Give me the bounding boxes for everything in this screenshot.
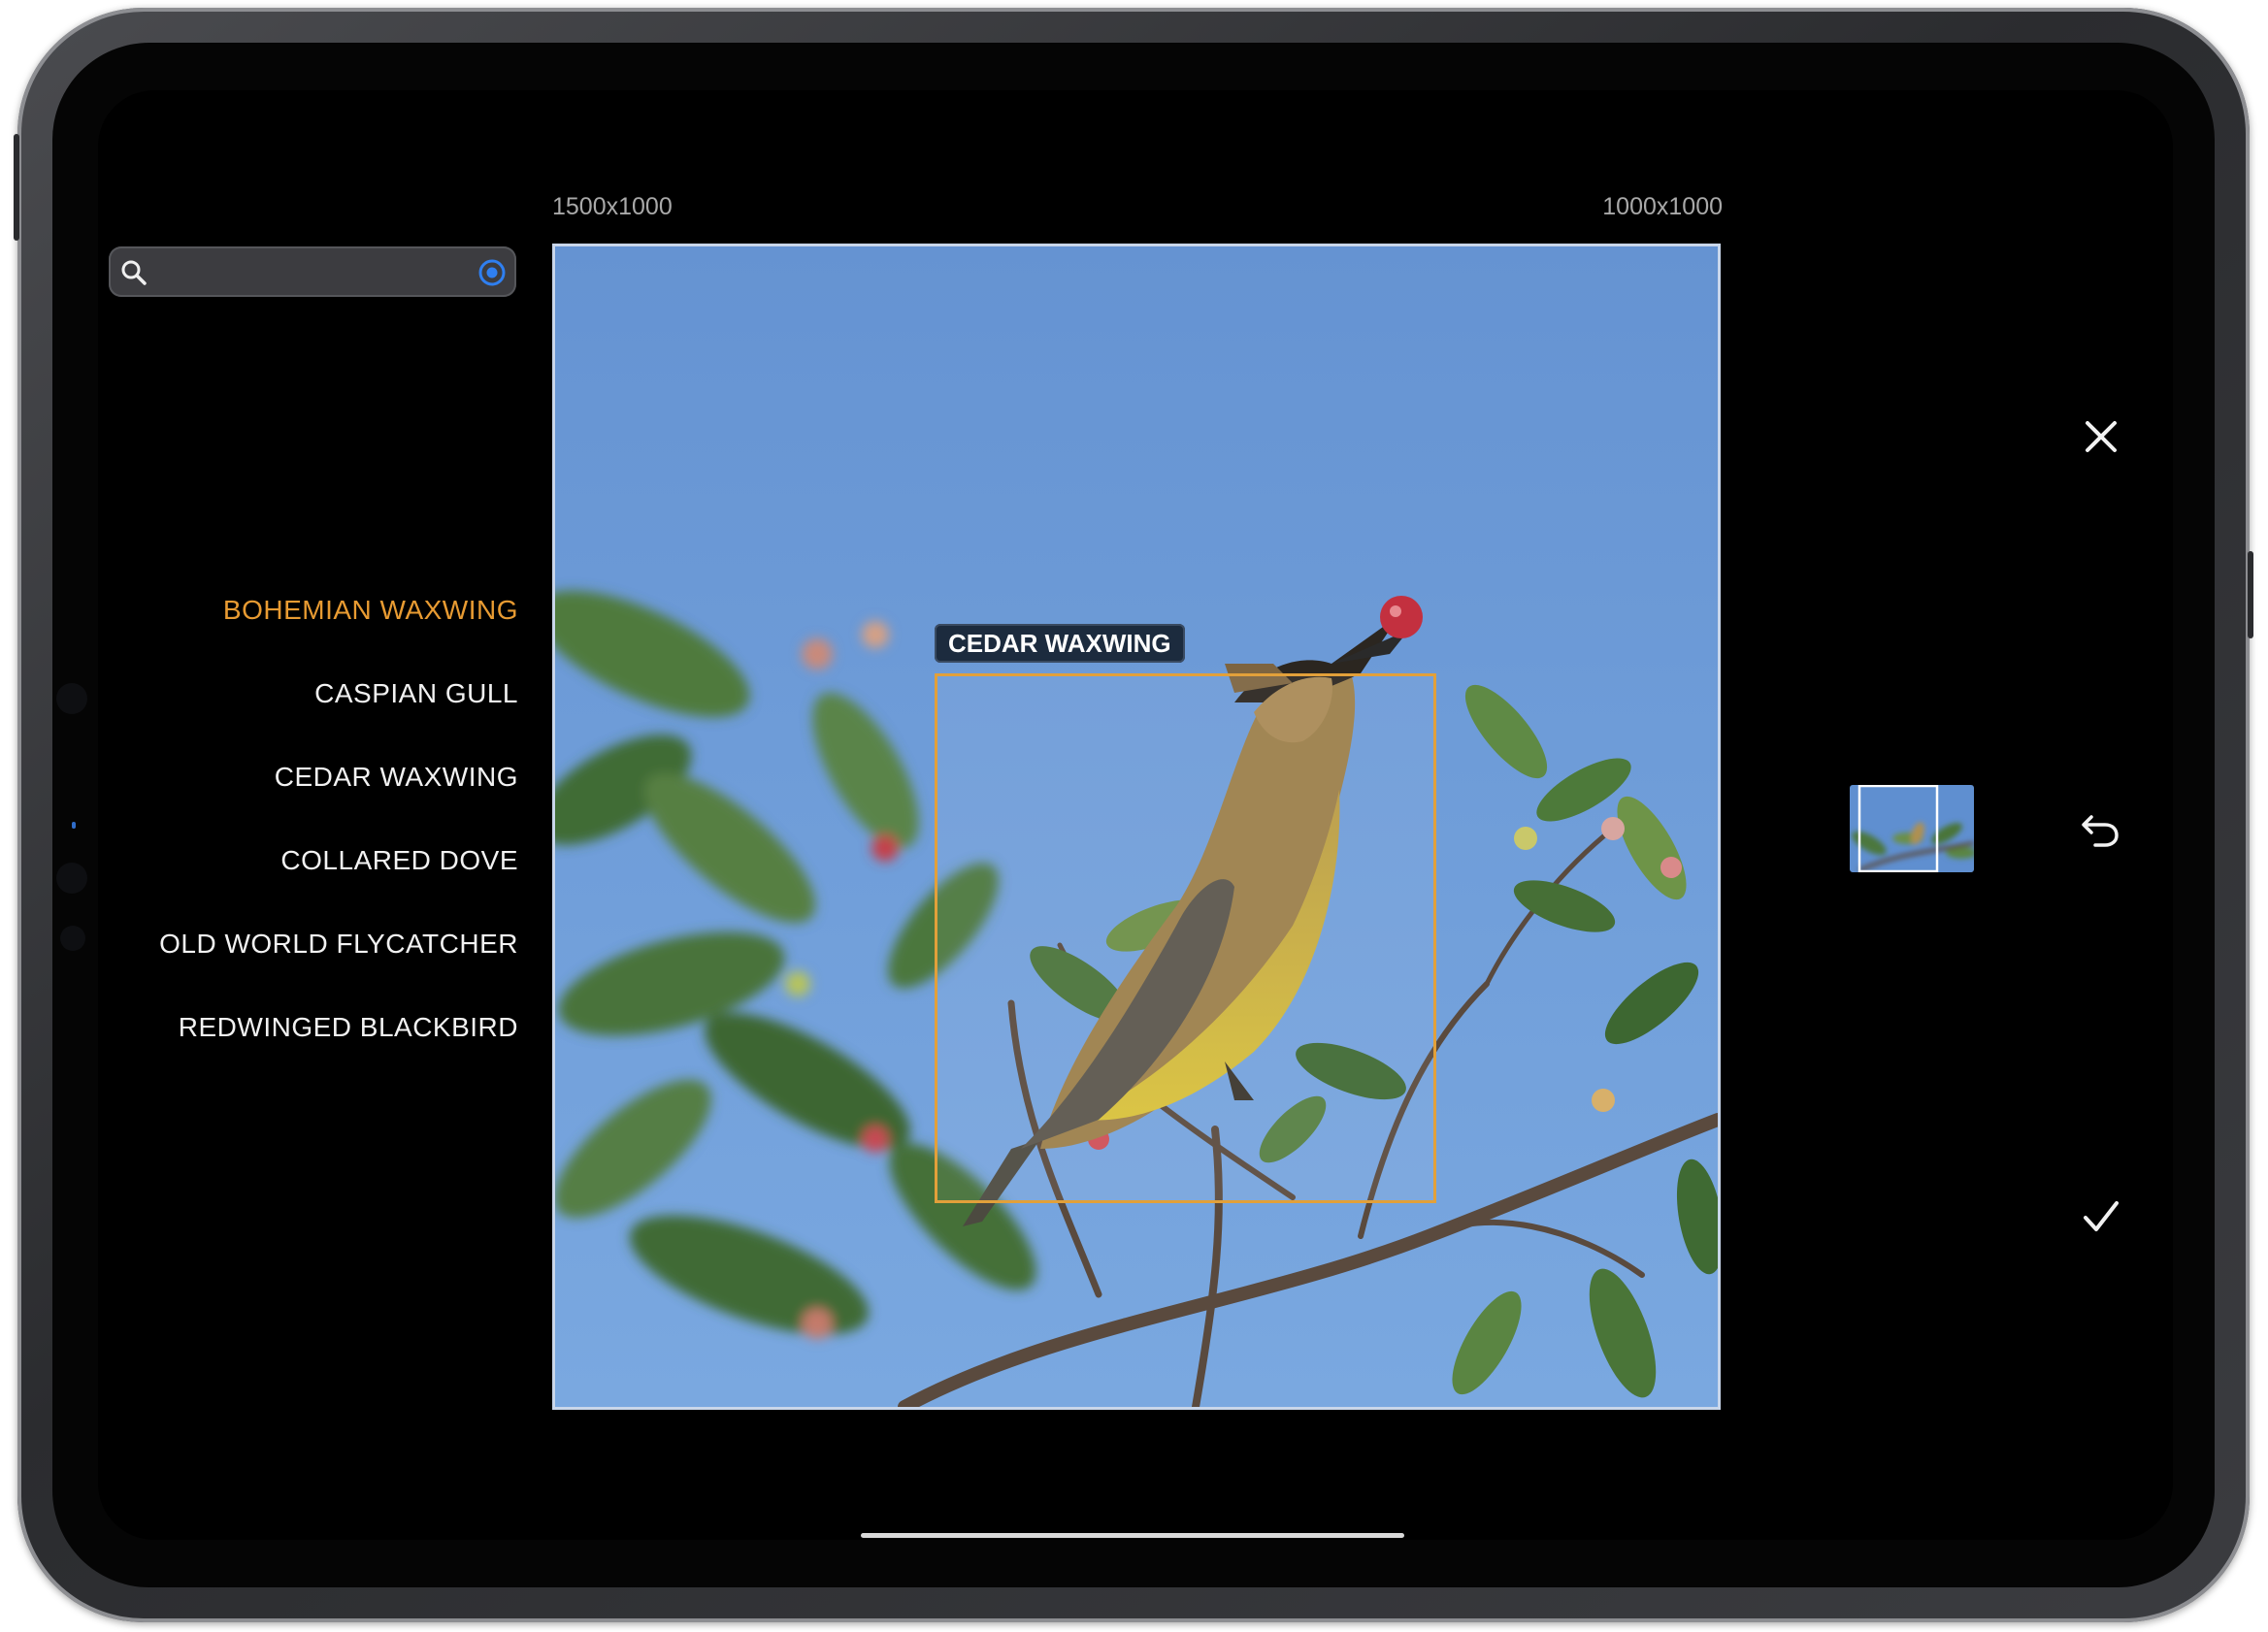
- label-item-redwinged-blackbird[interactable]: REDWINGED BLACKBIRD: [179, 1012, 518, 1043]
- undo-button[interactable]: [2070, 798, 2132, 860]
- bounding-box[interactable]: [935, 673, 1436, 1203]
- close-icon: [2086, 421, 2117, 452]
- label-item-old-world-flycatcher[interactable]: OLD WORLD FLYCATCHER: [159, 929, 518, 960]
- ambient-light-sensor: [72, 822, 76, 829]
- app-screen: BOHEMIAN WAXWING CASPIAN GULL CEDAR WAXW…: [98, 90, 2173, 1540]
- annotation-tag[interactable]: CEDAR WAXWING: [935, 624, 1185, 663]
- label-item-collared-dove[interactable]: COLLARED DOVE: [280, 845, 518, 876]
- volume-button: [14, 134, 19, 241]
- image-thumbnail[interactable]: [1850, 785, 1974, 872]
- checkmark-icon: [2084, 1201, 2119, 1231]
- label-item-bohemian-waxwing[interactable]: BOHEMIAN WAXWING: [223, 595, 518, 626]
- thumbnail-image: [1850, 785, 1974, 872]
- front-camera: [56, 683, 87, 714]
- original-size-caption: 1500x1000: [552, 193, 673, 220]
- home-indicator[interactable]: [861, 1533, 1404, 1538]
- sensor-dot: [56, 863, 87, 894]
- undo-icon: [2082, 815, 2119, 847]
- search-bar[interactable]: [109, 246, 516, 297]
- label-item-caspian-gull[interactable]: CASPIAN GULL: [314, 678, 518, 709]
- power-button: [2248, 551, 2253, 638]
- crop-size-caption: 1000x1000: [1602, 193, 1723, 220]
- label-item-cedar-waxwing[interactable]: CEDAR WAXWING: [275, 762, 518, 793]
- confirm-button[interactable]: [2070, 1186, 2132, 1248]
- search-input[interactable]: [157, 254, 462, 291]
- close-button[interactable]: [2070, 406, 2132, 468]
- search-icon: [121, 260, 147, 285]
- sensor-dot-small: [60, 926, 85, 951]
- target-icon[interactable]: [477, 258, 507, 287]
